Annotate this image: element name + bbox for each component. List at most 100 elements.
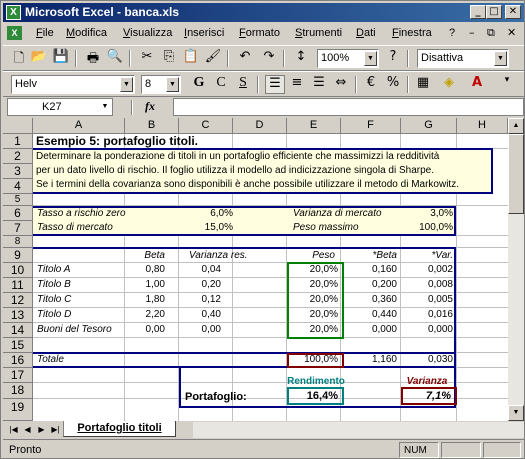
row-header[interactable]: 6 xyxy=(3,206,33,221)
worksheet-grid[interactable]: A B C D E F G H 1 2 3 4 5 6 7 8 9 10 11 … xyxy=(3,118,508,421)
select-all-button[interactable] xyxy=(3,118,33,134)
chevron-down-icon[interactable]: ▼ xyxy=(494,51,507,66)
menu-visualizza[interactable]: Visualizza xyxy=(123,27,172,39)
row-header[interactable]: 4 xyxy=(3,179,33,194)
font-select[interactable]: Helv ▼ xyxy=(11,75,135,94)
row-header[interactable]: 2 xyxy=(3,149,33,164)
copy-icon[interactable]: ⎘ xyxy=(159,49,179,68)
style-select[interactable]: Disattiva ▼ xyxy=(417,49,509,68)
sort-icon[interactable]: ↕ xyxy=(291,49,311,68)
column-header-b[interactable]: B xyxy=(125,118,179,134)
menu-modifica[interactable]: Modifica xyxy=(66,27,107,39)
row-header[interactable]: 3 xyxy=(3,164,33,179)
open-icon[interactable]: 📂 xyxy=(29,49,49,68)
row-header[interactable]: 15 xyxy=(3,338,33,353)
sheet-tab-portafoglio[interactable]: Portafoglio titoli xyxy=(63,421,176,437)
align-right-icon[interactable]: ☰ xyxy=(309,75,329,94)
font-size-select[interactable]: 8 ▼ xyxy=(141,75,181,94)
align-center-icon[interactable]: ≡ xyxy=(287,75,307,94)
close-icon[interactable]: ✕ xyxy=(505,5,521,19)
column-header-a[interactable]: A xyxy=(33,118,125,134)
document-icon[interactable]: X xyxy=(7,26,22,40)
next-sheet-icon[interactable]: ▶ xyxy=(35,423,48,436)
horizontal-scrollbar[interactable] xyxy=(193,422,524,438)
chevron-down-icon[interactable]: ▼ xyxy=(166,77,179,92)
zoom-select[interactable]: 100% ▼ xyxy=(317,49,379,68)
row-header[interactable]: 13 xyxy=(3,308,33,323)
column-header-e[interactable]: E xyxy=(287,118,341,134)
row-header[interactable]: 19 xyxy=(3,399,33,421)
underline-button[interactable]: S xyxy=(233,75,253,94)
maximize-icon[interactable]: □ xyxy=(486,5,502,19)
doc-minimize-icon[interactable]: – xyxy=(469,26,475,39)
column-header-f[interactable]: F xyxy=(341,118,401,134)
chevron-down-icon[interactable]: ▼ xyxy=(120,77,133,92)
chevron-down-icon[interactable]: ▼ xyxy=(364,51,377,66)
security-weight[interactable]: 20,0% xyxy=(287,278,338,292)
scroll-thumb[interactable] xyxy=(508,134,524,214)
menu-file[interactable]: File xyxy=(36,27,54,39)
column-header-g[interactable]: G xyxy=(401,118,457,134)
borders-icon[interactable]: ▦ xyxy=(413,75,433,94)
toolbar-options-icon[interactable]: ▾ xyxy=(497,75,517,94)
first-sheet-icon[interactable]: |◀ xyxy=(7,423,20,436)
format-painter-icon[interactable]: 🖌 xyxy=(203,49,223,68)
menu-formato[interactable]: Formato xyxy=(239,27,280,39)
formula-input[interactable] xyxy=(173,98,524,116)
row-header[interactable]: 16 xyxy=(3,353,33,368)
bold-button[interactable]: G xyxy=(189,75,209,94)
new-icon[interactable]: 🗋 xyxy=(9,49,29,68)
help-icon[interactable]: ? xyxy=(383,49,403,68)
row-header[interactable]: 9 xyxy=(3,248,33,263)
menu-inserisci[interactable]: Inserisci xyxy=(184,27,224,39)
minimize-icon[interactable]: _ xyxy=(470,5,486,19)
chevron-down-icon[interactable]: ▼ xyxy=(99,100,111,114)
row-header[interactable]: 11 xyxy=(3,278,33,293)
menu-strumenti[interactable]: Strumenti xyxy=(295,27,342,39)
row-header[interactable]: 1 xyxy=(3,134,33,149)
font-color-icon[interactable]: A xyxy=(467,75,487,94)
row-header[interactable]: 8 xyxy=(3,236,33,248)
last-sheet-icon[interactable]: ▶| xyxy=(49,423,62,436)
row-header[interactable]: 7 xyxy=(3,221,33,236)
scroll-down-icon[interactable]: ▼ xyxy=(508,405,524,421)
paste-icon[interactable]: 📋 xyxy=(181,49,201,68)
undo-icon[interactable]: ↶ xyxy=(235,49,255,68)
fill-color-icon[interactable]: ◈ xyxy=(439,75,459,94)
column-header-h[interactable]: H xyxy=(457,118,508,134)
italic-button[interactable]: C xyxy=(211,75,231,94)
scroll-up-icon[interactable]: ▲ xyxy=(508,118,524,134)
column-header-c[interactable]: C xyxy=(179,118,233,134)
row-header[interactable]: 18 xyxy=(3,383,33,399)
cut-icon[interactable]: ✂ xyxy=(137,49,157,68)
align-left-icon[interactable]: ☰ xyxy=(265,75,285,94)
vertical-scrollbar[interactable]: ▲ ▼ xyxy=(508,118,524,421)
save-icon[interactable]: 💾 xyxy=(51,49,71,68)
doc-close-icon[interactable]: ✕ xyxy=(507,26,516,39)
print-icon[interactable]: 🖶 xyxy=(83,49,103,68)
menu-dati[interactable]: Dati xyxy=(356,27,376,39)
percent-icon[interactable]: % xyxy=(383,75,403,94)
currency-icon[interactable]: € xyxy=(361,75,381,94)
security-weight[interactable]: 20,0% xyxy=(287,293,338,307)
security-res-var: 0,00 xyxy=(201,324,221,335)
security-weight[interactable]: 20,0% xyxy=(287,308,338,322)
row-header[interactable]: 10 xyxy=(3,263,33,278)
merge-center-icon[interactable]: ⇔ xyxy=(331,75,351,94)
row-header[interactable]: 5 xyxy=(3,194,33,206)
excel-app-icon[interactable]: X xyxy=(6,5,21,20)
security-weight[interactable]: 20,0% xyxy=(287,323,338,337)
column-header-d[interactable]: D xyxy=(233,118,287,134)
menu-finestra[interactable]: Finestra xyxy=(392,27,432,39)
doc-restore-icon[interactable]: ⧉ xyxy=(487,26,495,40)
row-header[interactable]: 12 xyxy=(3,293,33,308)
redo-icon[interactable]: ↷ xyxy=(259,49,279,68)
menu-help[interactable]: ? xyxy=(449,27,455,39)
security-weight[interactable]: 20,0% xyxy=(287,263,338,277)
print-preview-icon[interactable]: 🔍 xyxy=(105,49,125,68)
name-box[interactable]: K27 ▼ xyxy=(7,98,113,116)
fx-icon[interactable]: fx xyxy=(145,99,155,114)
row-header[interactable]: 17 xyxy=(3,368,33,383)
row-header[interactable]: 14 xyxy=(3,323,33,338)
prev-sheet-icon[interactable]: ◀ xyxy=(21,423,34,436)
